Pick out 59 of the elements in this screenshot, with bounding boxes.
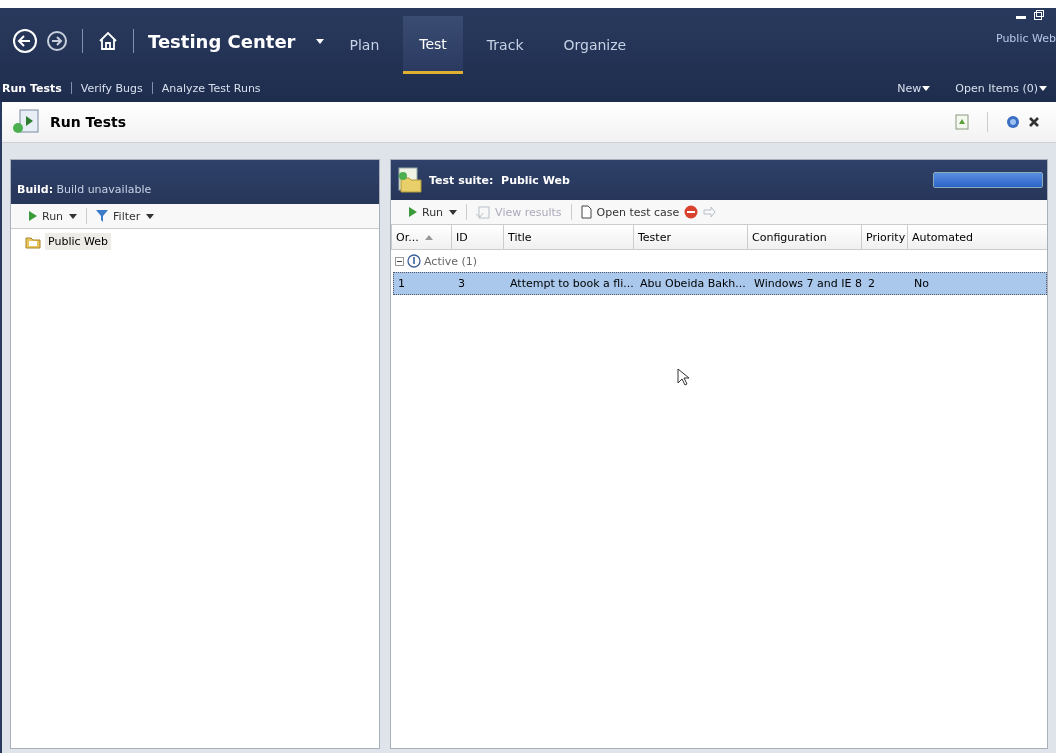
play-icon[interactable] (29, 211, 37, 221)
subnav-link[interactable]: Run Tests (2, 81, 62, 95)
table-cell-text: Attempt to book a fli... (509, 277, 635, 290)
nav-tab[interactable]: Track (470, 16, 540, 74)
build-label: Build: Build unavailable (17, 183, 152, 196)
run-tests-icon (12, 108, 42, 136)
caret-icon[interactable] (448, 209, 458, 215)
filter-icon[interactable] (96, 210, 109, 222)
document-icon[interactable] (955, 114, 969, 130)
toolbar-menu[interactable]: Run (422, 205, 444, 219)
subnav-menu[interactable]: New (897, 81, 922, 95)
caret-icon[interactable] (68, 213, 78, 219)
suite-title: Test suite: Public Web (429, 173, 570, 187)
column-header[interactable]: Configuration (747, 225, 861, 249)
nav-tab[interactable]: Test (403, 16, 463, 74)
stop-icon[interactable] (684, 205, 699, 219)
table-cell-text: No (913, 277, 930, 290)
table-cell-text: Abu Obeida Bakh... (639, 277, 747, 290)
toolbar-menu[interactable]: Run (42, 209, 64, 223)
column-header[interactable]: Priority (861, 225, 907, 249)
column-header[interactable]: ID (451, 225, 503, 249)
info-icon (407, 254, 421, 268)
subnav-menu[interactable]: Open Items (0) (955, 81, 1038, 95)
table-cell-text: 1 (397, 277, 406, 290)
table-cell-text: 2 (867, 277, 876, 290)
column-header[interactable]: Automated (907, 225, 1047, 249)
tree-item[interactable]: Public Web (45, 233, 112, 250)
folder-icon (25, 234, 41, 249)
back-icon[interactable] (12, 28, 38, 54)
table-row[interactable]: 1 3 Attempt to book a fli... Abu Obeida Bakh... Windows 7 and IE 8 2 No (393, 272, 1047, 295)
caret-icon[interactable] (921, 84, 932, 92)
forward-icon[interactable] (46, 30, 68, 52)
nav-tab[interactable]: Organize (547, 16, 643, 74)
page-title: Run Tests (50, 114, 127, 130)
close-icon[interactable] (1028, 116, 1040, 128)
suite-folder-icon (397, 166, 423, 194)
nav-tab[interactable]: Plan (333, 16, 396, 74)
table-cell-text: 3 (457, 277, 466, 290)
play-icon[interactable] (409, 207, 417, 217)
sort-icon[interactable] (424, 234, 433, 240)
caret-icon[interactable] (315, 37, 326, 45)
column-header[interactable]: Or... (391, 225, 451, 249)
column-header[interactable]: Title (503, 225, 633, 249)
toolbar-button[interactable]: Open test case (596, 205, 680, 219)
home-icon[interactable] (97, 30, 119, 52)
caret-icon[interactable] (145, 213, 155, 219)
restore-icon[interactable] (1034, 10, 1044, 20)
column-header[interactable]: Tester (633, 225, 747, 249)
subnav-link[interactable]: Analyze Test Runs (161, 81, 261, 95)
project-name: Public Web (995, 32, 1056, 45)
table-cell-text: Windows 7 and IE 8 (753, 277, 863, 290)
document-icon[interactable] (580, 205, 592, 219)
app-title: Testing Center (148, 30, 296, 52)
subnav-link[interactable]: Verify Bugs (80, 81, 143, 95)
mouse-pointer-icon (677, 368, 689, 386)
toolbar-menu[interactable]: Filter (113, 209, 141, 223)
group-label: Active (1) (424, 254, 478, 268)
collapse-icon[interactable] (395, 256, 404, 266)
caret-icon[interactable] (1038, 84, 1048, 92)
